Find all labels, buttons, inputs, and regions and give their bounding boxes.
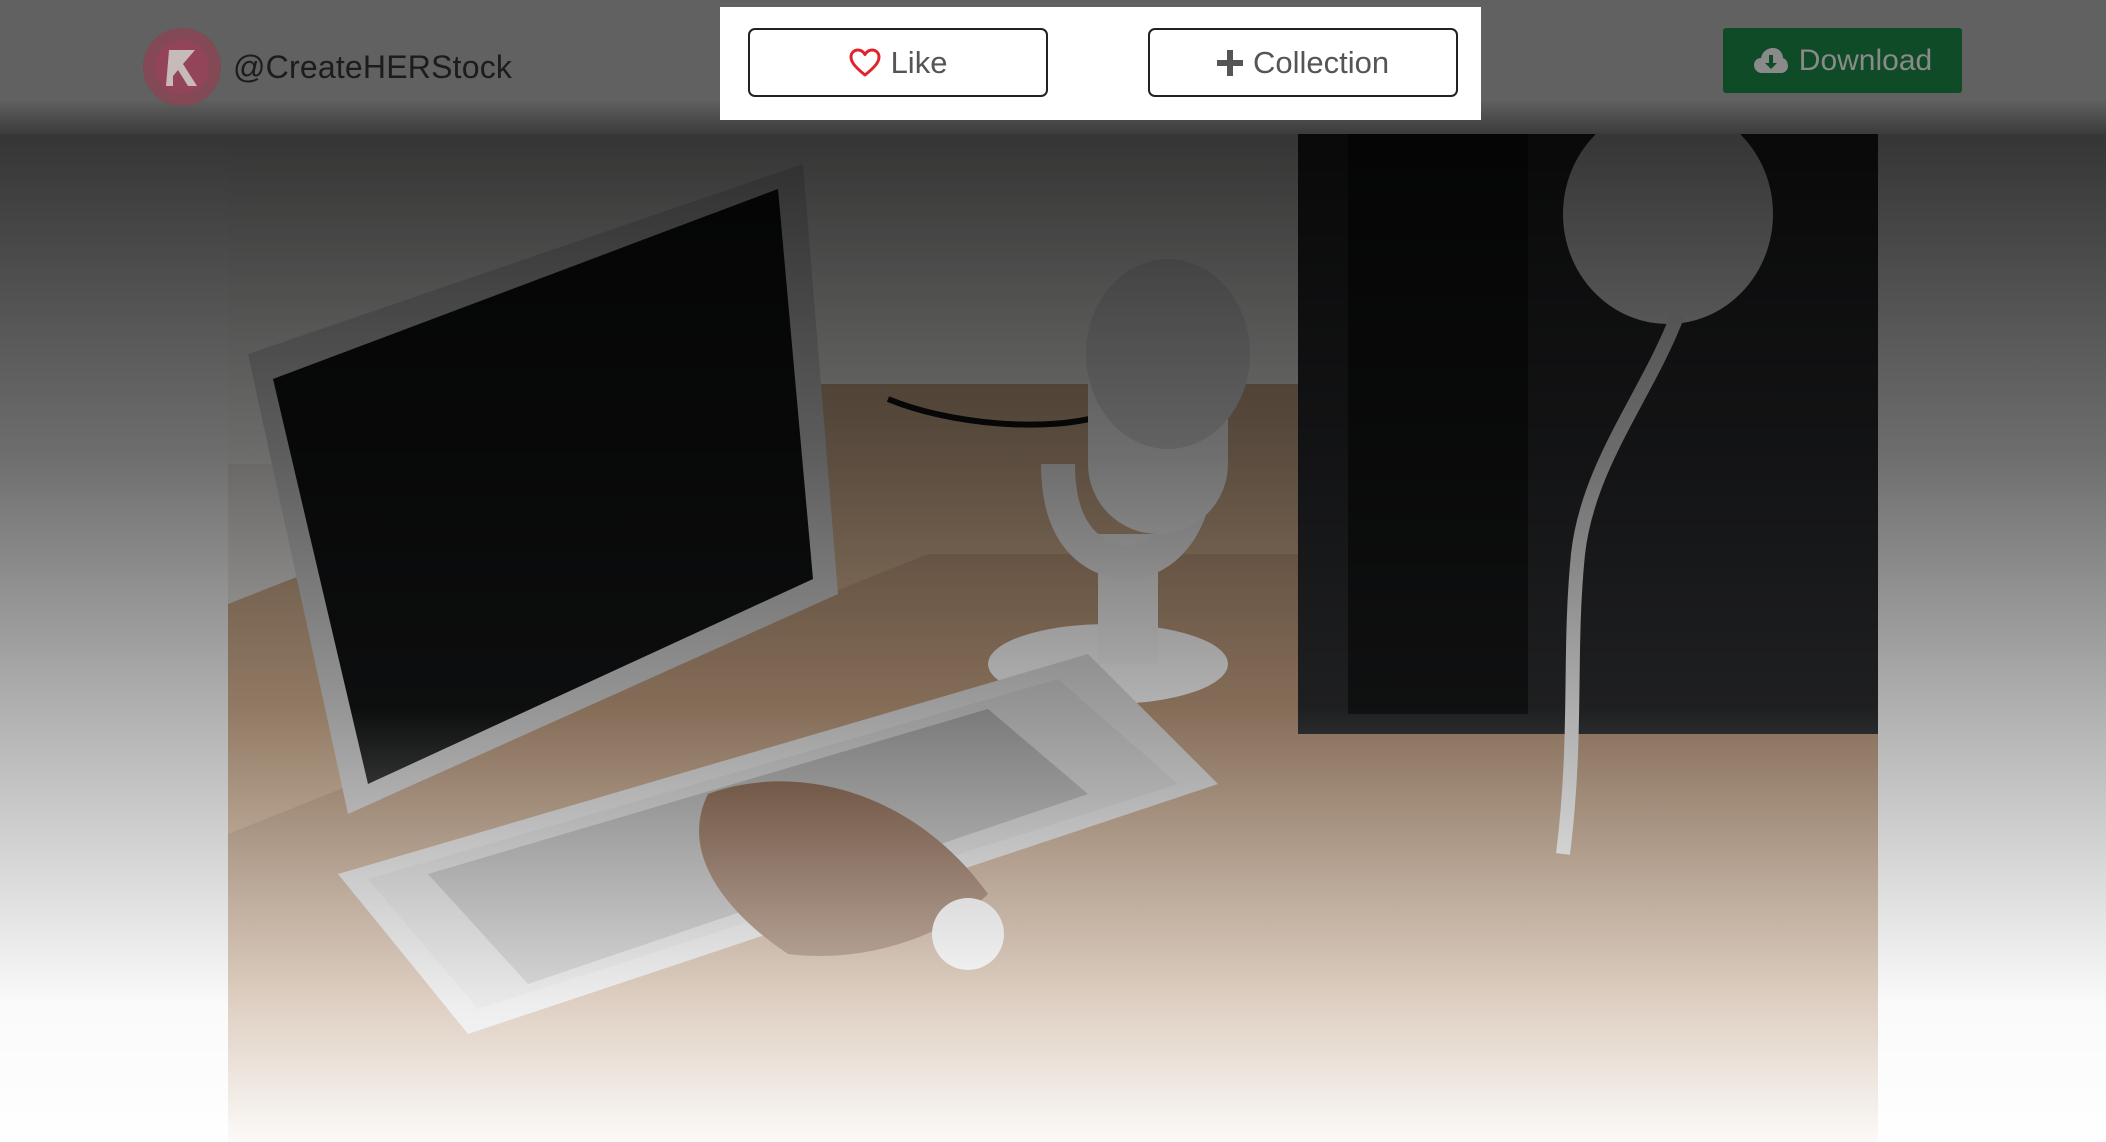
author-handle[interactable]: @CreateHERStock [233, 49, 512, 86]
download-label: Download [1798, 43, 1933, 77]
action-panel: Like Collection [720, 7, 1481, 120]
photo-viewer [0, 134, 2106, 1142]
cloud-download-icon [1753, 47, 1789, 75]
like-button[interactable]: Like [748, 28, 1048, 97]
createherstock-logo-icon [143, 28, 221, 106]
main-photo[interactable] [228, 134, 1878, 1142]
download-button[interactable]: Download [1723, 28, 1962, 93]
author-avatar[interactable] [143, 28, 221, 106]
photo-detail-page: @CreateHERStock Like Collection Download [0, 0, 2106, 1142]
author-profile-link[interactable]: @CreateHERStock [143, 27, 512, 107]
plus-icon [1216, 49, 1243, 76]
photo-image [228, 134, 1878, 1142]
heart-outline-icon [849, 48, 881, 78]
collection-label: Collection [1252, 44, 1390, 80]
add-to-collection-button[interactable]: Collection [1148, 28, 1458, 97]
like-label: Like [890, 44, 948, 80]
photo-toolbar: @CreateHERStock Like Collection Download [0, 0, 2106, 134]
